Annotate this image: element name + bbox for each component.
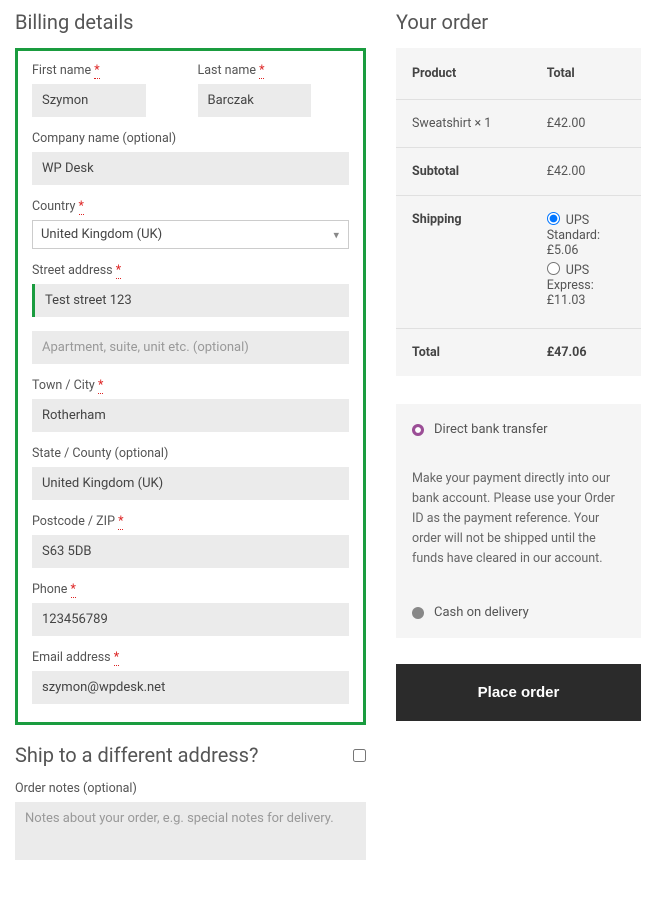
required-icon: *	[71, 582, 76, 598]
payment-bank-description: Make your payment directly into our bank…	[396, 455, 641, 587]
shipping-radio[interactable]	[547, 212, 560, 225]
country-select[interactable]: United Kingdom (UK)	[32, 220, 349, 249]
order-summary-table: Product Total Sweatshirt × 1 £42.00 Subt…	[396, 48, 641, 376]
state-input[interactable]	[32, 467, 349, 500]
state-label: State / County (optional)	[32, 446, 349, 461]
last-name-input[interactable]	[198, 84, 312, 117]
order-item-row: Sweatshirt × 1 £42.00	[396, 100, 641, 148]
ship-different-checkbox[interactable]	[353, 749, 366, 762]
required-icon: *	[116, 263, 121, 279]
shipping-option[interactable]: UPS Standard: £5.06	[547, 212, 625, 258]
postcode-input[interactable]	[32, 535, 349, 568]
phone-label: Phone *	[32, 582, 349, 597]
email-input[interactable]	[32, 671, 349, 704]
required-icon: *	[94, 63, 99, 79]
email-label: Email address *	[32, 650, 349, 665]
shipping-label: Shipping	[396, 196, 531, 329]
order-heading: Your order	[396, 10, 641, 34]
billing-heading: Billing details	[15, 10, 366, 34]
ship-heading: Ship to a different address?	[15, 743, 258, 767]
required-icon: *	[118, 514, 123, 530]
city-label: Town / City *	[32, 378, 349, 393]
country-label: Country *	[32, 199, 349, 214]
col-product: Product	[396, 48, 531, 100]
radio-selected-icon	[412, 424, 424, 436]
billing-form: First name * Last name * Company name (o…	[15, 48, 366, 725]
required-icon: *	[79, 199, 84, 215]
street-label: Street address *	[32, 263, 349, 278]
subtotal-label: Subtotal	[396, 148, 531, 196]
order-notes-input[interactable]	[15, 802, 366, 860]
phone-input[interactable]	[32, 603, 349, 636]
city-input[interactable]	[32, 399, 349, 432]
place-order-button[interactable]: Place order	[396, 664, 641, 721]
radio-unselected-icon	[412, 607, 424, 619]
payment-method-bank[interactable]: Direct bank transfer	[412, 422, 625, 437]
required-icon: *	[259, 63, 264, 79]
payment-method-cod[interactable]: Cash on delivery	[412, 605, 625, 620]
required-icon: *	[98, 378, 103, 394]
required-icon: *	[114, 650, 119, 666]
first-name-label: First name *	[32, 63, 184, 78]
apartment-input[interactable]	[32, 331, 349, 364]
subtotal-value: £42.00	[531, 148, 641, 196]
notes-label: Order notes (optional)	[15, 781, 366, 796]
postcode-label: Postcode / ZIP *	[32, 514, 349, 529]
street-input[interactable]	[32, 284, 349, 317]
col-total: Total	[531, 48, 641, 100]
company-input[interactable]	[32, 152, 349, 185]
shipping-option[interactable]: UPS Express: £11.03	[547, 262, 625, 308]
company-label: Company name (optional)	[32, 131, 349, 146]
total-value: £47.06	[531, 329, 641, 377]
last-name-label: Last name *	[198, 63, 350, 78]
first-name-input[interactable]	[32, 84, 146, 117]
total-label: Total	[396, 329, 531, 377]
shipping-radio[interactable]	[547, 262, 560, 275]
